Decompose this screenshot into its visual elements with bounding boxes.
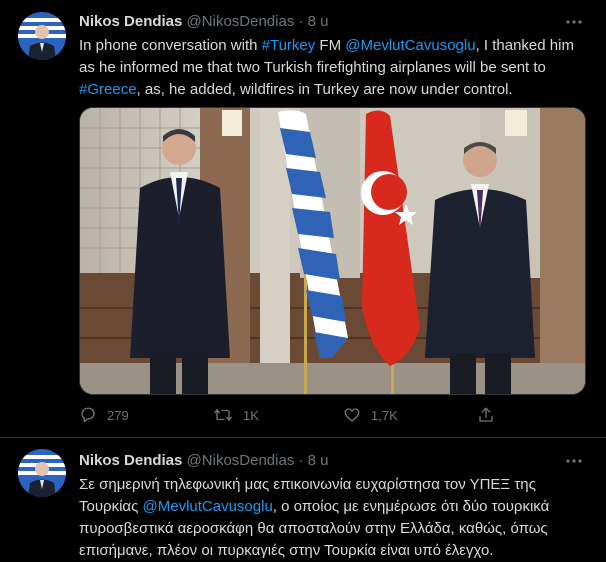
reply-count: 279 — [107, 407, 129, 423]
separator-dot: · — [298, 452, 304, 469]
tweet-photo[interactable] — [79, 107, 586, 395]
mention-link[interactable]: @MevlutCavusoglu — [345, 37, 475, 54]
more-icon — [566, 20, 582, 24]
tweet-header: Nikos Dendias @NikosDendias · 8 u — [79, 11, 329, 33]
avatar[interactable] — [18, 449, 66, 497]
reply-button[interactable]: 279 — [79, 401, 129, 429]
tweet-text: Σε σημερινή τηλεφωνική μας επικοινωνία ε… — [79, 474, 585, 562]
text-part: FM — [315, 37, 346, 54]
tweet[interactable]: Nikos Dendias @NikosDendias · 8 u In pho… — [0, 0, 606, 438]
separator-dot: · — [298, 13, 304, 30]
author-handle[interactable]: @NikosDendias — [187, 452, 295, 469]
more-icon — [566, 459, 582, 463]
more-button[interactable] — [562, 10, 586, 34]
text-part: , as, he added, wildfires in Turkey are … — [136, 81, 513, 98]
text-part: In phone conversation with — [79, 37, 262, 54]
like-count: 1,7K — [371, 407, 398, 423]
tweet[interactable]: Nikos Dendias @NikosDendias · 8 u Σε σημ… — [0, 438, 606, 562]
tweet-actions: 279 1K 1,7K — [79, 401, 499, 429]
avatar[interactable] — [18, 12, 66, 60]
hashtag-link[interactable]: #Greece — [79, 81, 137, 98]
retweet-button[interactable]: 1K — [213, 401, 259, 429]
mention-link[interactable]: @MevlutCavusoglu — [143, 498, 273, 515]
retweet-icon — [214, 409, 232, 421]
hashtag-link[interactable]: #Turkey — [262, 37, 316, 54]
author-handle[interactable]: @NikosDendias — [187, 13, 295, 30]
retweet-count: 1K — [243, 407, 259, 423]
timestamp[interactable]: 8 u — [308, 452, 329, 469]
like-icon — [344, 408, 360, 422]
tweet-header: Nikos Dendias @NikosDendias · 8 u — [79, 450, 329, 472]
like-button[interactable]: 1,7K — [343, 401, 398, 429]
share-icon — [479, 407, 493, 422]
share-button[interactable] — [477, 401, 505, 429]
more-button[interactable] — [562, 449, 586, 473]
tweet-text: In phone conversation with #Turkey FM @M… — [79, 35, 585, 101]
author-name[interactable]: Nikos Dendias — [79, 13, 182, 30]
author-name[interactable]: Nikos Dendias — [79, 452, 182, 469]
reply-icon — [81, 407, 95, 423]
timestamp[interactable]: 8 u — [308, 13, 329, 30]
